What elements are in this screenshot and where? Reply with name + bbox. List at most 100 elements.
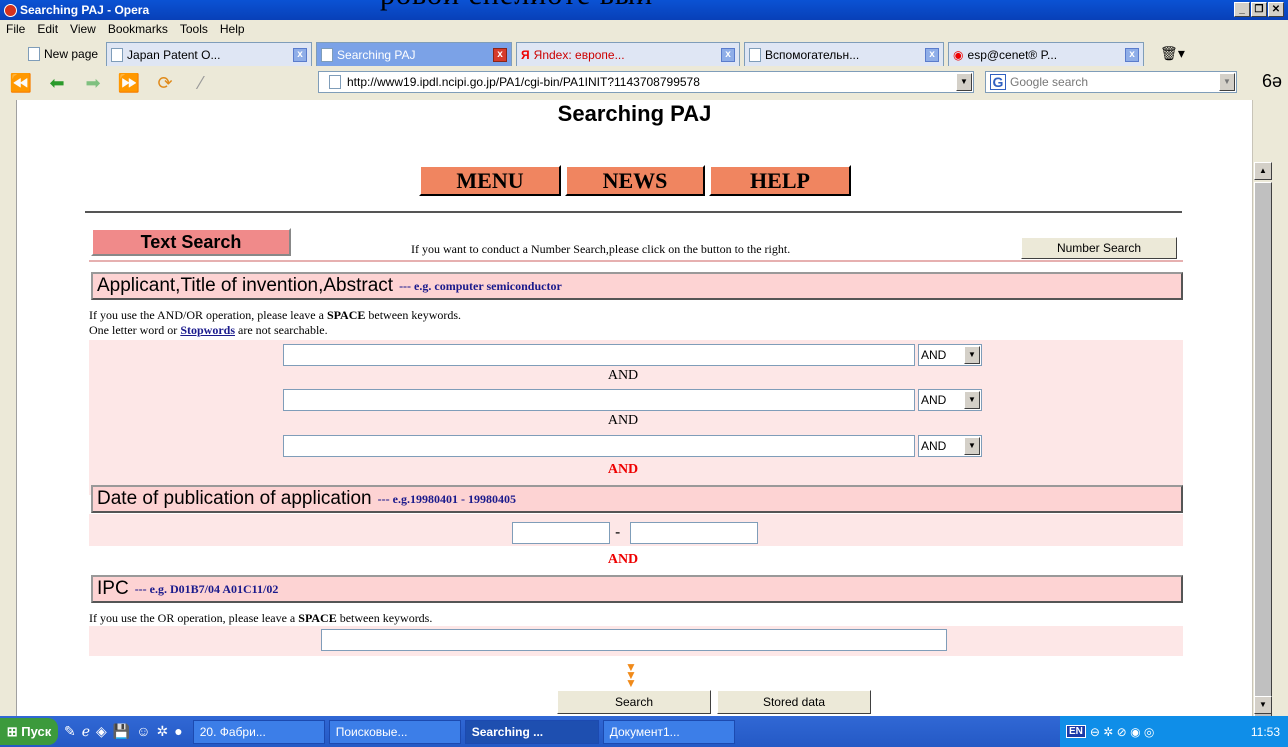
address-dropdown-icon[interactable]: ▼: [956, 73, 972, 91]
tab-label: Searching PAJ: [337, 47, 416, 62]
taskbar-item-active[interactable]: Searching ...: [464, 719, 599, 744]
overlay-heading-text: ровой спелиоте вый: [380, 0, 653, 12]
quicklaunch-icon[interactable]: ✎: [64, 723, 76, 740]
page-icon: [321, 47, 334, 62]
page-icon: [329, 75, 341, 89]
keyword-input-3[interactable]: [283, 435, 915, 457]
taskbar-item[interactable]: 20. Фабри...: [192, 719, 325, 744]
news-button[interactable]: NEWS: [565, 165, 705, 196]
save-icon[interactable]: 💾: [113, 723, 130, 740]
close-tab-icon[interactable]: x: [293, 47, 308, 62]
and-connector: AND: [607, 368, 639, 383]
tab-bar: New page Japan Patent O... x Searching P…: [0, 38, 1288, 66]
tray-icons[interactable]: ⊖ ✲ ⊘ ◉ ◎: [1090, 725, 1154, 739]
reload-icon[interactable]: ⟳: [150, 70, 180, 96]
vertical-scrollbar[interactable]: ▲ ▼: [1252, 100, 1272, 730]
tab-vspomogatelnye[interactable]: Вспомогательн... x: [744, 42, 945, 66]
taskbar-item[interactable]: Документ1...: [602, 719, 735, 744]
date-to-input[interactable]: [630, 522, 758, 544]
text-search-tab-button[interactable]: Text Search: [91, 228, 291, 256]
stopwords-link[interactable]: Stopwords: [180, 323, 235, 337]
menu-file[interactable]: File: [0, 22, 31, 36]
address-url: http://www19.ipdl.ncipi.go.jp/PA1/cgi-bi…: [347, 75, 700, 89]
opera-icon[interactable]: ●: [174, 723, 182, 740]
language-indicator[interactable]: EN: [1066, 725, 1086, 738]
smiley-icon[interactable]: ☺: [136, 723, 150, 740]
minimize-button[interactable]: _: [1234, 2, 1250, 17]
search-engine-dropdown-icon[interactable]: ▼: [1219, 73, 1235, 91]
app-icon[interactable]: ◈: [96, 723, 107, 740]
edit-pen-icon[interactable]: ⁄: [186, 70, 216, 96]
keyword-input-2[interactable]: [283, 389, 915, 411]
tab-new-page[interactable]: New page: [24, 42, 103, 66]
close-tab-icon[interactable]: x: [925, 47, 940, 62]
forward-arrow-icon[interactable]: ➡: [78, 70, 108, 96]
operator-select-1[interactable]: AND ▼: [918, 344, 982, 366]
tab-searching-paj[interactable]: Searching PAJ x: [316, 42, 513, 66]
windows-logo-icon: ⊞: [6, 723, 18, 739]
window-title: Searching PAJ - Opera: [20, 3, 150, 17]
menu-tools[interactable]: Tools: [174, 22, 214, 36]
number-search-button[interactable]: Number Search: [1021, 237, 1177, 259]
search-button[interactable]: Search: [557, 690, 711, 714]
taskbar-item[interactable]: Поисковые...: [328, 719, 461, 744]
glasses-icon[interactable]: 6ə: [1262, 71, 1282, 92]
menu-view[interactable]: View: [64, 22, 102, 36]
close-tab-icon[interactable]: x: [721, 47, 736, 62]
close-tab-icon[interactable]: x: [493, 47, 508, 62]
back-arrow-icon[interactable]: ⬅: [42, 70, 72, 96]
operator-select-2[interactable]: AND ▼: [918, 389, 982, 411]
tab-yandex[interactable]: Я Яndex: европе... x: [516, 42, 741, 66]
window-edge: [1272, 100, 1288, 716]
menu-button[interactable]: MENU: [419, 165, 561, 196]
date-range-dash: -: [615, 524, 621, 541]
tab-label: Вспомогательн...: [765, 47, 860, 62]
fast-forward-icon[interactable]: ⏩: [114, 70, 144, 96]
system-tray: EN ⊖ ✲ ⊘ ◉ ◎ 11:53: [1060, 716, 1288, 747]
google-logo-icon: G: [990, 74, 1006, 90]
restore-button[interactable]: ❐: [1251, 2, 1267, 17]
clock: 11:53: [1250, 724, 1280, 739]
and-connector: AND: [607, 413, 639, 428]
operator-select-3[interactable]: AND ▼: [918, 435, 982, 457]
chevron-down-icon: ▼: [964, 437, 980, 455]
page-icon: [111, 47, 124, 62]
page-icon: [749, 47, 762, 62]
scroll-thumb[interactable]: [1254, 182, 1272, 730]
app-icon[interactable]: ✲: [157, 723, 169, 740]
top-nav-buttons: MENU NEWS HELP: [419, 165, 851, 196]
tab-japan-patent[interactable]: Japan Patent O... x: [106, 42, 313, 66]
help-button[interactable]: HELP: [709, 165, 851, 196]
menu-edit[interactable]: Edit: [31, 22, 64, 36]
chevron-down-icon: ▼: [964, 346, 980, 364]
address-bar[interactable]: http://www19.ipdl.ncipi.go.jp/PA1/cgi-bi…: [318, 71, 974, 93]
ie-icon[interactable]: ℯ: [82, 723, 90, 740]
trash-icon[interactable]: 🗑▾: [1160, 45, 1185, 62]
windows-taskbar: ⊞ Пуск ✎ ℯ ◈ 💾 ☺ ✲ ● 20. Фабри... Поиско…: [0, 716, 1288, 747]
date-from-input[interactable]: [512, 522, 610, 544]
new-page-icon: [28, 47, 40, 61]
menu-bookmarks[interactable]: Bookmarks: [102, 22, 174, 36]
scroll-up-icon[interactable]: ▲: [1254, 162, 1272, 180]
start-button[interactable]: ⊞ Пуск: [0, 718, 58, 745]
tab-label: New page: [44, 47, 99, 61]
scroll-down-icon[interactable]: ▼: [1254, 696, 1272, 714]
rewind-icon[interactable]: ⏪: [6, 70, 36, 96]
section-heading-ipc: IPC --- e.g. D01B7/04 A01C11/02: [91, 575, 1183, 603]
tab-label: esp@cenet® P...: [967, 47, 1058, 62]
divider: [85, 211, 1182, 213]
ipc-input[interactable]: [321, 629, 947, 651]
close-window-button[interactable]: ✕: [1268, 2, 1284, 17]
section-example: --- e.g. computer semiconductor: [399, 278, 562, 293]
and-connector-red: AND: [607, 552, 639, 567]
close-tab-icon[interactable]: x: [1125, 47, 1140, 62]
panel-strip[interactable]: [0, 100, 16, 716]
section-example: --- e.g. D01B7/04 A01C11/02: [134, 581, 279, 596]
keyword-input-1[interactable]: [283, 344, 915, 366]
menu-help[interactable]: Help: [214, 22, 251, 36]
stored-data-button[interactable]: Stored data: [717, 690, 871, 714]
help-text-stopwords: One letter word or Stopwords are not sea…: [89, 323, 328, 337]
google-search-input[interactable]: G Google search ▼: [985, 71, 1237, 93]
section-title: Applicant,Title of invention,Abstract: [97, 275, 394, 296]
tab-espacenet[interactable]: ◉ esp@cenet® P... x: [948, 42, 1145, 66]
